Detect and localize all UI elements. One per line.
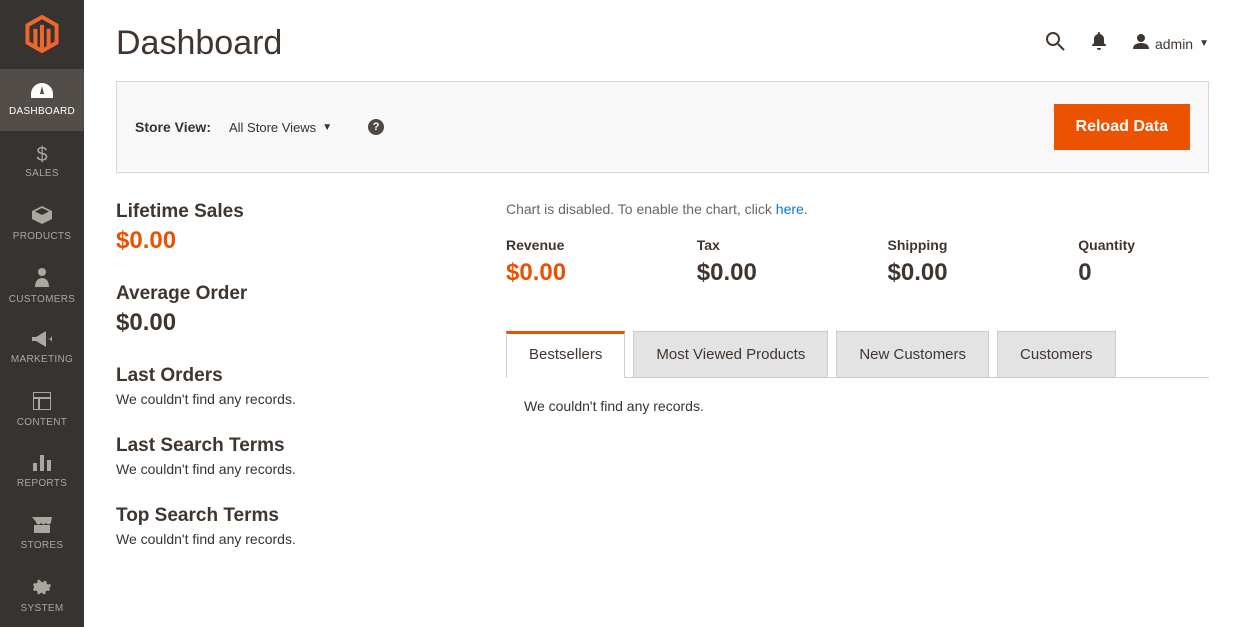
gauge-icon [31, 83, 53, 103]
last-search-terms-note: We couldn't find any records. [116, 461, 486, 477]
nav-customers[interactable]: CUSTOMERS [0, 255, 84, 317]
nav-label: REPORTS [17, 478, 67, 489]
tab-new-customers[interactable]: New Customers [836, 331, 989, 378]
page-title: Dashboard [116, 24, 282, 63]
nav-label: CUSTOMERS [9, 294, 75, 305]
chevron-down-icon: ▼ [322, 122, 332, 133]
nav-label: SYSTEM [21, 603, 64, 614]
tax-label: Tax [697, 237, 828, 253]
store-view-label: Store View: [135, 119, 211, 135]
totals-row: Revenue $0.00 Tax $0.00 Shipping $0.00 Q… [506, 237, 1209, 287]
last-orders-label: Last Orders [116, 365, 486, 387]
revenue-label: Revenue [506, 237, 637, 253]
shipping-value: $0.00 [888, 259, 1019, 287]
nav-system[interactable]: SYSTEM [0, 565, 84, 627]
nav-label: DASHBOARD [9, 106, 75, 117]
store-view-bar: Store View: All Store Views ▼ ? Reload D… [116, 81, 1209, 173]
average-order-value: $0.00 [116, 309, 486, 337]
chart-msg-prefix: Chart is disabled. To enable the chart, … [506, 201, 776, 217]
nav-marketing[interactable]: MARKETING [0, 317, 84, 379]
gear-icon [33, 578, 51, 600]
chart-enable-link[interactable]: here [776, 201, 804, 217]
search-icon[interactable] [1045, 31, 1065, 57]
nav-label: PRODUCTS [13, 231, 72, 242]
top-search-terms-note: We couldn't find any records. [116, 531, 486, 547]
tab-content: We couldn't find any records. [506, 377, 1209, 434]
last-search-terms-label: Last Search Terms [116, 435, 486, 457]
nav-products[interactable]: PRODUCTS [0, 193, 84, 255]
tax-value: $0.00 [697, 259, 828, 287]
layout-icon [33, 392, 51, 414]
nav-reports[interactable]: REPORTS [0, 441, 84, 503]
admin-account[interactable]: admin ▼ [1133, 33, 1209, 54]
average-order-label: Average Order [116, 283, 486, 305]
last-orders-note: We couldn't find any records. [116, 391, 486, 407]
nav-sales[interactable]: $ SALES [0, 131, 84, 193]
header-tools: admin ▼ [1045, 31, 1209, 57]
nav-label: CONTENT [17, 417, 67, 428]
dollar-icon: $ [36, 145, 47, 165]
storefront-icon [32, 517, 52, 537]
tab-customers[interactable]: Customers [997, 331, 1116, 378]
chart-disabled-message: Chart is disabled. To enable the chart, … [506, 201, 1209, 217]
tab-most-viewed-products[interactable]: Most Viewed Products [633, 331, 828, 378]
top-search-terms-label: Top Search Terms [116, 505, 486, 527]
store-view-select[interactable]: All Store Views ▼ [229, 120, 332, 135]
quantity-value: 0 [1078, 259, 1209, 287]
main-content: Dashboard admin ▼ Store View: [84, 0, 1241, 627]
nav-label: STORES [21, 540, 64, 551]
reload-data-button[interactable]: Reload Data [1054, 104, 1190, 150]
store-view-value: All Store Views [229, 120, 316, 135]
nav-content[interactable]: CONTENT [0, 379, 84, 441]
user-icon [1133, 33, 1149, 54]
box-icon [32, 206, 52, 228]
revenue-value: $0.00 [506, 259, 637, 287]
nav-stores[interactable]: STORES [0, 503, 84, 565]
quantity-label: Quantity [1078, 237, 1209, 253]
person-icon [35, 267, 49, 291]
megaphone-icon [32, 331, 52, 351]
nav-label: MARKETING [11, 354, 73, 365]
chevron-down-icon: ▼ [1199, 38, 1209, 49]
bell-icon[interactable] [1091, 32, 1107, 56]
help-icon[interactable]: ? [368, 119, 384, 135]
logo[interactable] [0, 0, 84, 69]
lifetime-sales-label: Lifetime Sales [116, 201, 486, 223]
page-header: Dashboard admin ▼ [116, 0, 1209, 81]
sidebar: DASHBOARD $ SALES PRODUCTS CUSTOMERS MAR… [0, 0, 84, 627]
nav-label: SALES [25, 168, 59, 179]
lifetime-sales-value: $0.00 [116, 227, 486, 255]
dashboard-tabs: Bestsellers Most Viewed Products New Cus… [506, 331, 1209, 378]
chart-msg-suffix: . [804, 201, 808, 217]
admin-username: admin [1155, 36, 1193, 52]
bar-chart-icon [33, 455, 51, 475]
tab-bestsellers[interactable]: Bestsellers [506, 331, 625, 378]
shipping-label: Shipping [888, 237, 1019, 253]
nav-dashboard[interactable]: DASHBOARD [0, 69, 84, 131]
magento-logo-icon [25, 15, 59, 53]
